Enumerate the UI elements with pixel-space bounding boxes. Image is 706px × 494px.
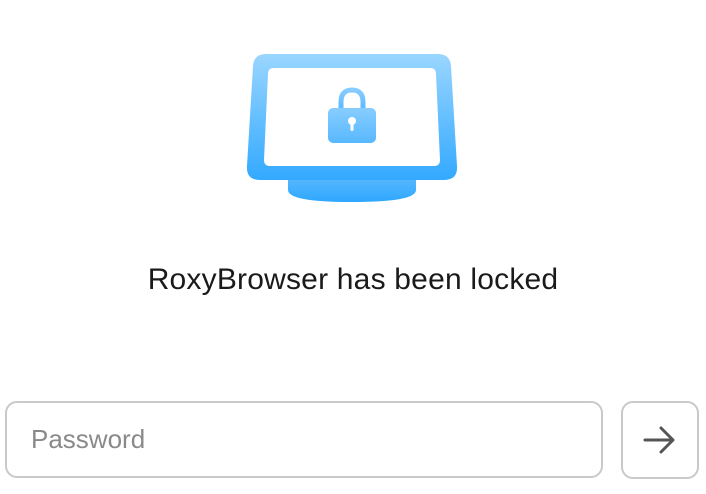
monitor-lock-icon [246,54,458,202]
lock-title: RoxyBrowser has been locked [147,263,559,296]
password-input[interactable] [29,423,579,456]
unlock-submit-button[interactable] [621,401,699,479]
password-field[interactable] [5,401,603,478]
arrow-right-icon [643,426,675,454]
